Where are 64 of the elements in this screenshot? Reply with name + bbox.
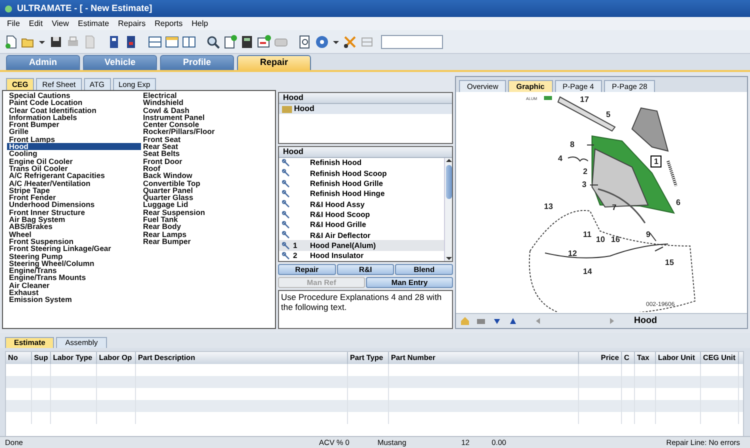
- magnifier-icon[interactable]: [206, 34, 220, 48]
- callout-number: 17: [580, 95, 589, 104]
- book-icon[interactable]: [124, 34, 138, 48]
- wrench-icon: [282, 159, 290, 168]
- callout-number: 16: [611, 235, 620, 244]
- arrow-up-icon[interactable]: [508, 316, 518, 326]
- main-tab[interactable]: Repair: [237, 55, 311, 70]
- search-field[interactable]: [381, 34, 443, 48]
- help-icon[interactable]: [315, 34, 329, 48]
- window-layout-icon[interactable]: [165, 34, 179, 48]
- wrench-icon: [282, 242, 290, 250]
- wrench-icon: [282, 231, 290, 240]
- page-search-icon[interactable]: [298, 34, 312, 48]
- callout-number: 10: [596, 235, 605, 244]
- document-money-icon[interactable]: [223, 34, 237, 48]
- wrench-icon: [282, 180, 290, 188]
- wrench-icon: [282, 169, 290, 178]
- operations-header: Hood: [279, 147, 452, 158]
- menu-item[interactable]: Reports: [154, 18, 183, 30]
- arrow-down-icon[interactable]: [492, 316, 502, 326]
- callout-number: 12: [568, 249, 577, 258]
- callout-number: 4: [558, 154, 562, 163]
- group-header: Hood: [279, 93, 452, 104]
- scrollbar[interactable]: [444, 158, 452, 261]
- window-title: ULTRAMATE - [ - New Estimate]: [17, 2, 152, 15]
- menu-item[interactable]: Edit: [28, 18, 43, 30]
- window-layout-icon[interactable]: [148, 34, 162, 48]
- wrench-icon: [282, 200, 290, 208]
- menu-item[interactable]: File: [7, 18, 20, 30]
- callout-number: 8: [570, 140, 574, 149]
- chart-money-icon[interactable]: [257, 34, 271, 48]
- legend-swatch: [544, 96, 552, 100]
- graphic-caption: Hood: [634, 314, 657, 328]
- scroll-down-icon[interactable]: [446, 256, 452, 261]
- callout-number: 14: [583, 267, 592, 276]
- callout-number: 9: [646, 230, 650, 239]
- wrench-icon: [282, 220, 290, 229]
- menu-item[interactable]: Estimate: [78, 18, 110, 30]
- save-icon[interactable]: [49, 34, 63, 48]
- calculator-icon[interactable]: [240, 34, 254, 48]
- callout-number: 3: [582, 180, 586, 189]
- wrench-icon: [282, 210, 290, 219]
- window-layout-icon[interactable]: [182, 34, 196, 48]
- menu-item[interactable]: Repairs: [118, 18, 146, 30]
- wrench-icon: [282, 252, 290, 260]
- callout-number: 13: [544, 202, 553, 211]
- wrench-icon: [282, 190, 290, 198]
- callout-box: [650, 156, 662, 168]
- app-icon: [4, 4, 13, 12]
- tree-label: Hood: [294, 103, 314, 115]
- procedure-note: Use Procedure Explanations 4 and 28 with the following text.: [278, 290, 453, 329]
- new-document-icon[interactable]: [4, 34, 18, 48]
- callout-number: 2: [583, 167, 588, 176]
- folder-icon: [282, 106, 292, 112]
- tree-item[interactable]: Hood: [279, 104, 452, 114]
- menu-item[interactable]: View: [52, 18, 69, 30]
- callout-number: 1: [654, 157, 658, 166]
- callout-number: 5: [606, 110, 610, 119]
- scissors-icon[interactable]: [343, 34, 357, 48]
- callout-number: 11: [583, 230, 592, 239]
- callout-number: 6: [676, 198, 680, 207]
- menu-item[interactable]: Help: [192, 18, 208, 30]
- book-icon[interactable]: [107, 34, 121, 48]
- callout-number: 15: [665, 258, 674, 267]
